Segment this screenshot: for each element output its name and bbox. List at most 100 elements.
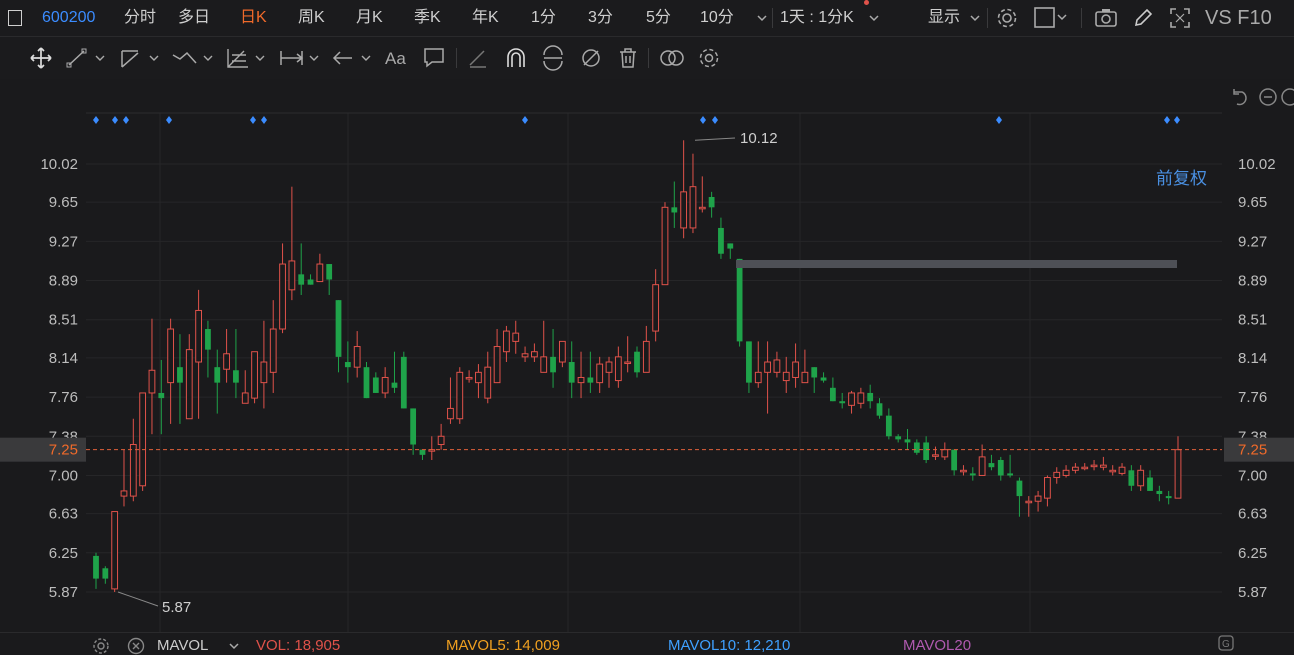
price-tick-label-right: 7.76 [1238,389,1267,406]
chevron-down-icon[interactable] [969,12,981,24]
candle-body [829,387,836,402]
tab-5min[interactable]: 5分 [646,0,671,36]
line-tool-icon[interactable] [64,45,110,71]
mavol10-value: MAVOL10: 12,210 [668,637,791,654]
kline-chart[interactable]: 10.02 10.02 9.65 9.65 9.27 9.27 8.89 8.89 8.51 8.… [0,80,1294,652]
candle-body [1062,469,1070,476]
price-tick-label-right: 6.63 [1238,506,1267,523]
price-tick-label-left: 9.27 [49,233,78,250]
move-icon[interactable] [26,45,56,71]
compare-icon[interactable] [657,45,687,71]
vs-f10-button[interactable]: VS F10 [1205,0,1272,36]
close-icon[interactable] [127,637,145,655]
tab-day-k[interactable]: 日K [240,0,267,36]
fullscreen-icon[interactable] [1169,7,1191,29]
comment-tool-icon[interactable] [422,45,448,71]
chevron-down-icon[interactable] [868,12,880,24]
candle-body [857,392,865,404]
zoom-out-icon[interactable] [1259,88,1277,106]
gear-icon[interactable] [996,7,1018,29]
tab-3min[interactable]: 3分 [588,0,613,36]
tab-multi-day[interactable]: 多日 [178,0,210,36]
candle-body [839,401,846,404]
candle-body [353,346,361,368]
zoom-in-icon[interactable] [1281,88,1294,106]
candle-body [951,449,958,471]
candle-body [335,300,342,357]
settings-icon[interactable] [696,45,722,71]
tab-10min[interactable]: 10分 [700,0,734,36]
candle-body [1099,464,1107,468]
adjust-mode-button[interactable]: 前复权 [1156,164,1207,189]
candle-body [1053,471,1061,479]
chevron-down-icon[interactable] [756,12,768,24]
price-tick-label-left: 7.76 [49,389,78,406]
candle-body [1044,477,1051,499]
hide-drawing-icon[interactable] [578,45,604,71]
trash-icon[interactable] [615,45,641,71]
tab-season-k[interactable]: 季K [414,0,441,36]
candle-body [718,227,724,254]
candle-body [558,340,566,363]
arrow-tool-icon[interactable] [330,45,376,71]
indicator-name[interactable]: MAVOL [157,637,208,654]
chevron-down-icon[interactable] [228,641,240,653]
sidebar-toggle-icon[interactable] [8,10,22,26]
wave-tool-icon[interactable] [170,45,216,71]
price-tick-label-right: 9.65 [1238,194,1267,211]
tab-year-k[interactable]: 年K [472,0,499,36]
candle-body [1016,480,1023,497]
tab-month-k[interactable]: 月K [356,0,383,36]
candle-body [876,403,883,416]
candle-body [960,469,967,473]
candle-body [746,341,752,383]
sync-drawing-icon[interactable] [540,45,566,71]
candle-body [1137,469,1145,487]
candle-body [102,568,109,579]
candle-body [596,363,604,384]
price-tick-label-left: 7.00 [49,467,78,484]
candle-body [120,490,128,497]
brush-tool-icon[interactable] [466,45,492,71]
kline-chart-svg[interactable]: 10.02 10.02 9.65 9.65 9.27 9.27 8.89 8.89 8.51 8.… [0,80,1294,632]
candle-body [764,361,771,373]
candle-body [904,439,911,443]
candle-body [1072,466,1079,471]
tab-1min[interactable]: 1分 [531,0,556,36]
candle-body [941,449,949,458]
candle-body [811,367,818,378]
divider [772,8,773,28]
gear-icon[interactable] [92,637,110,655]
multi-period-select[interactable]: 1天 : 1分K [780,0,854,36]
tab-week-k[interactable]: 周K [298,0,325,36]
layout-select-icon[interactable] [1034,7,1070,29]
candle-body [1007,473,1013,476]
measure-tool-icon[interactable] [278,45,324,71]
candle-body [177,367,183,383]
text-tool-icon[interactable]: Aa [384,45,412,71]
camera-icon[interactable] [1094,7,1118,29]
stock-code[interactable]: 600200 [42,0,95,36]
candle-body [671,207,678,213]
candle-body [269,328,277,373]
price-tick-label-left: 9.65 [49,194,78,211]
price-tick-label-right: 7.00 [1238,467,1267,484]
candle-body [540,356,548,373]
candle-body [129,444,137,497]
candle-body [988,463,995,468]
candle-body [642,340,650,373]
candle-body [978,456,986,476]
candle-body [363,367,370,399]
display-menu[interactable]: 显示 [928,0,960,36]
magnet-icon[interactable] [503,45,529,71]
channel-tool-icon[interactable] [118,45,164,71]
reset-icon[interactable] [1233,89,1247,106]
candle-body [1034,495,1042,502]
pencil-icon[interactable] [1132,7,1154,29]
candle-body [1147,477,1153,491]
fibonacci-tool-icon[interactable] [224,45,270,71]
candle-body [307,279,314,285]
tab-minute[interactable]: 分时 [124,0,156,36]
notification-dot [864,0,869,5]
candle-body [652,284,660,332]
